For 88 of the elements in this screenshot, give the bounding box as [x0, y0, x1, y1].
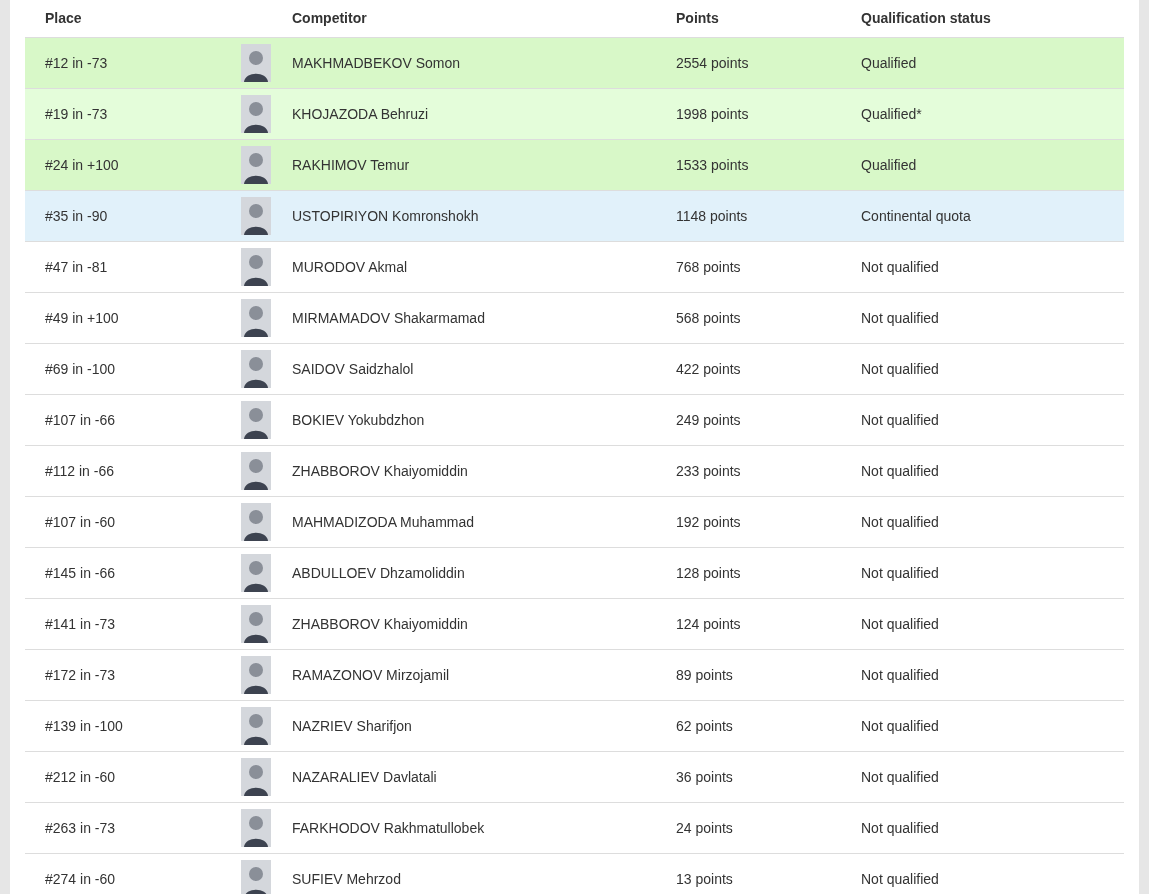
competitor-name: RAMAZONOV Mirzojamil: [292, 666, 450, 683]
status-cell: Not qualified: [861, 819, 939, 836]
status-cell: Not qualified: [861, 870, 939, 887]
points-cell: 1998 points: [676, 105, 749, 122]
competitor-name: MURODOV Akmal: [292, 258, 408, 275]
competitor-name: ZHABBOROV Khaiyomiddin: [292, 615, 468, 632]
status-cell: Not qualified: [861, 666, 939, 683]
photo-placeholder: [241, 197, 271, 235]
place-cell: #274 in -60: [45, 870, 116, 887]
column-header: Points: [676, 10, 719, 26]
place-cell: #35 in -90: [45, 207, 108, 224]
competitor-name: FARKHODOV Rakhmatullobek: [292, 819, 485, 836]
photo-placeholder: [241, 554, 271, 592]
place-cell: #141 in -73: [45, 615, 116, 632]
place-cell: #49 in +100: [45, 309, 119, 326]
place-cell: #47 in -81: [45, 258, 108, 275]
column-header: Competitor: [292, 10, 367, 26]
status-cell: Qualified: [861, 156, 917, 173]
competitor-name: ZHABBOROV Khaiyomiddin: [292, 462, 468, 479]
points-cell: 422 points: [676, 360, 741, 377]
competitor-name: NAZRIEV Sharifjon: [292, 717, 412, 734]
photo-placeholder: [241, 146, 271, 184]
competitor-name: RAKHIMOV Temur: [292, 156, 410, 173]
points-cell: 768 points: [676, 258, 741, 275]
photo-placeholder: [241, 707, 271, 745]
status-cell: Not qualified: [861, 768, 939, 785]
place-cell: #263 in -73: [45, 819, 116, 836]
place-cell: #19 in -73: [45, 105, 108, 122]
points-cell: 568 points: [676, 309, 741, 326]
place-cell: #12 in -73: [45, 54, 108, 71]
competitor-name: MAKHMADBEKOV Somon: [292, 54, 461, 71]
photo-placeholder: [241, 452, 271, 490]
status-cell: Not qualified: [861, 717, 939, 734]
photo-placeholder: [241, 656, 271, 694]
photo-placeholder: [241, 605, 271, 643]
column-header: Place: [45, 10, 82, 26]
competitor-name: ABDULLOEV Dhzamoliddin: [292, 564, 465, 581]
photo-placeholder: [241, 809, 271, 847]
place-cell: #107 in -60: [45, 513, 116, 530]
photo-placeholder: [241, 758, 271, 796]
status-cell: Continental quota: [861, 207, 971, 224]
competitor-name: USTOPIRIYON Komronshokh: [292, 207, 479, 224]
photo-placeholder: [241, 503, 271, 541]
photo-placeholder: [241, 95, 271, 133]
place-cell: #107 in -66: [45, 411, 116, 428]
points-cell: 62 points: [676, 717, 733, 734]
status-cell: Not qualified: [861, 309, 939, 326]
competitor-name: SAIDOV Saidzhalol: [292, 360, 414, 377]
status-cell: Not qualified: [861, 411, 939, 428]
status-cell: Qualified*: [861, 105, 922, 122]
place-cell: #212 in -60: [45, 768, 116, 785]
place-cell: #139 in -100: [45, 717, 123, 734]
photo-placeholder: [241, 44, 271, 82]
status-cell: Not qualified: [861, 615, 939, 632]
status-cell: Not qualified: [861, 462, 939, 479]
points-cell: 36 points: [676, 768, 733, 785]
points-cell: 1148 points: [676, 207, 748, 224]
points-cell: 233 points: [676, 462, 741, 479]
status-cell: Not qualified: [861, 513, 939, 530]
competitor-name: SUFIEV Mehrzod: [292, 870, 401, 887]
points-cell: 1533 points: [676, 156, 749, 173]
status-cell: Not qualified: [861, 564, 939, 581]
place-cell: #145 in -66: [45, 564, 116, 581]
points-cell: 89 points: [676, 666, 733, 683]
column-header: Qualification status: [861, 10, 991, 26]
points-cell: 249 points: [676, 411, 741, 428]
status-cell: Not qualified: [861, 360, 939, 377]
photo-placeholder: [241, 248, 271, 286]
photo-placeholder: [241, 350, 271, 388]
competitor-name: KHOJAZODA Behruzi: [292, 105, 429, 122]
place-cell: #69 in -100: [45, 360, 116, 377]
competitor-name: NAZARALIEV Davlatali: [292, 768, 437, 785]
points-cell: 13 points: [676, 870, 733, 887]
points-cell: 192 points: [676, 513, 741, 530]
status-cell: Qualified: [861, 54, 917, 71]
competitor-name: MIRMAMADOV Shakarmamad: [292, 309, 485, 326]
place-cell: #24 in +100: [45, 156, 119, 173]
status-cell: Not qualified: [861, 258, 939, 275]
competitor-name: BOKIEV Yokubdzhon: [292, 411, 425, 428]
points-cell: 124 points: [676, 615, 741, 632]
points-cell: 2554 points: [676, 54, 749, 71]
competitor-name: MAHMADIZODA Muhammad: [292, 513, 475, 530]
points-cell: 128 points: [676, 564, 741, 581]
points-cell: 24 points: [676, 819, 733, 836]
photo-placeholder: [241, 299, 271, 337]
place-cell: #112 in -66: [45, 462, 114, 479]
place-cell: #172 in -73: [45, 666, 116, 683]
photo-placeholder: [241, 401, 271, 439]
